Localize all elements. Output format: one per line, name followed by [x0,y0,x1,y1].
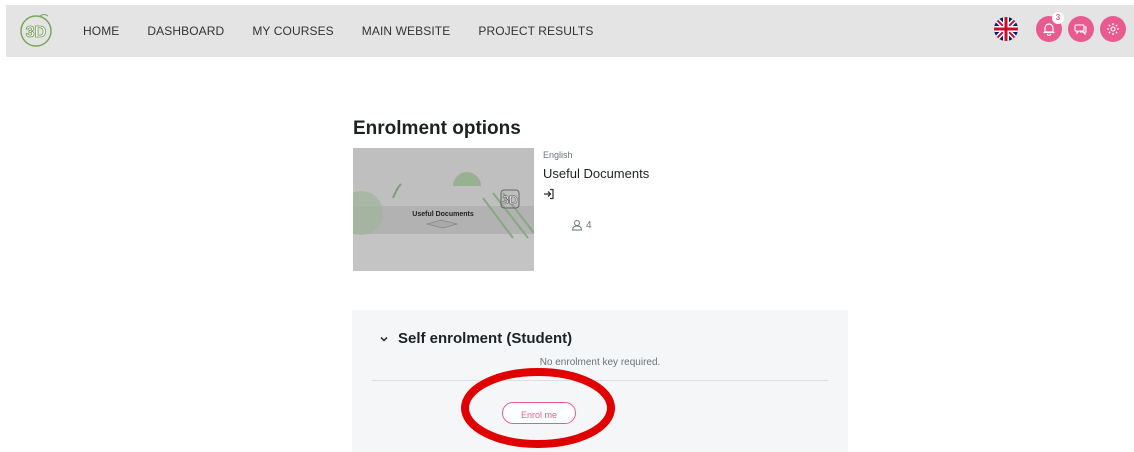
navbar-actions: 3 [994,12,1126,42]
self-enrolment-panel: Self enrolment (Student) No enrolment ke… [352,310,848,452]
notifications-button[interactable]: 3 [1036,12,1064,42]
self-enrol-icon [543,187,555,200]
messages-button[interactable] [1068,16,1094,42]
nav-project-results-link[interactable]: PROJECT RESULTS [478,24,593,38]
course-image-caption: Useful Documents [412,211,474,218]
logo-text: 3D [26,24,46,41]
user-icon [571,220,583,231]
participants-count: 4 [571,219,592,231]
course-name-link[interactable]: Useful Documents [543,166,649,181]
main-navigation: HOME DASHBOARD MY COURSES MAIN WEBSITE P… [83,5,621,57]
settings-button[interactable] [1100,16,1126,42]
self-enrolment-title: Self enrolment (Student) [398,330,573,347]
panel-divider [372,380,828,381]
bell-icon [1043,23,1055,36]
site-logo[interactable]: 3D [18,11,54,49]
chat-icon [1074,24,1087,36]
nav-main-website-link[interactable]: MAIN WEBSITE [362,24,451,38]
gear-icon [1107,23,1119,35]
chevron-down-icon [380,336,388,342]
enrol-me-button[interactable]: Enrol me [502,402,576,424]
course-info: English Useful Documents [543,150,649,200]
notification-count-badge: 3 [1052,12,1064,24]
self-enrolment-toggle[interactable]: Self enrolment (Student) [378,330,572,347]
page-title: Enrolment options [353,118,521,139]
svg-text:3D: 3D [502,193,518,207]
enrolment-key-note: No enrolment key required. [539,357,661,368]
participants-number: 4 [586,219,592,231]
course-image[interactable]: 3D Useful Documents [353,148,534,271]
navbar: 3D HOME DASHBOARD MY COURSES MAIN WEBSIT… [6,5,1134,57]
nav-my-courses-link[interactable]: MY COURSES [252,24,333,38]
uk-flag-icon[interactable] [994,17,1018,41]
nav-home-link[interactable]: HOME [83,24,119,38]
nav-dashboard-link[interactable]: DASHBOARD [147,24,224,38]
course-language: English [543,150,573,160]
